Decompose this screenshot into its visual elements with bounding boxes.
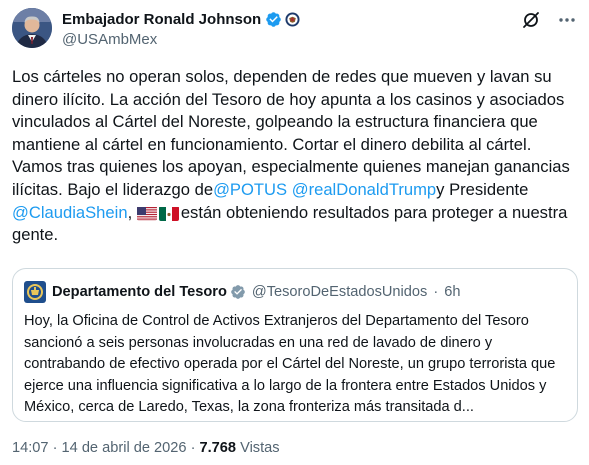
author-handle[interactable]: @USAmbMex bbox=[62, 31, 300, 48]
author-display-name[interactable]: Embajador Ronald Johnson bbox=[62, 11, 261, 28]
treasury-seal-logo bbox=[24, 281, 46, 303]
verified-badge-icon bbox=[230, 284, 246, 300]
quoted-text: Hoy, la Oficina de Control de Activos Ex… bbox=[24, 313, 556, 416]
tweet-date[interactable]: 14 de abril de 2026 bbox=[62, 440, 187, 456]
mention-link[interactable]: @POTUS bbox=[213, 180, 287, 199]
tweet-text-part: , bbox=[127, 202, 133, 222]
quoted-handle[interactable]: @TesoroDeEstadosUnidos bbox=[252, 284, 427, 300]
tweet-time[interactable]: 14:07 bbox=[12, 440, 49, 456]
us-flag-emoji bbox=[136, 206, 157, 221]
verified-badge-icon bbox=[265, 11, 282, 28]
more-icon[interactable] bbox=[557, 10, 577, 30]
mention-link[interactable]: @ClaudiaShein bbox=[12, 203, 128, 222]
author-avatar[interactable] bbox=[12, 8, 52, 48]
tweet-meta: 14:07 · 14 de abril de 2026 · 7.768 Vist… bbox=[12, 440, 280, 456]
tweet-header: Embajador Ronald Johnson @USAmbMex bbox=[12, 8, 577, 52]
quoted-tweet-card[interactable]: Departamento del Tesoro @TesoroDeEstados… bbox=[12, 268, 578, 422]
mexico-flag-emoji bbox=[158, 206, 179, 221]
tweet-text-part: y Presidente bbox=[436, 179, 529, 199]
quoted-age[interactable]: 6h bbox=[444, 284, 460, 300]
views-count: 7.768 bbox=[199, 440, 237, 456]
grok-icon[interactable] bbox=[521, 10, 541, 30]
quoted-separator: · bbox=[433, 284, 439, 300]
quoted-display-name[interactable]: Departamento del Tesoro bbox=[52, 284, 227, 300]
views-label: Vistas bbox=[240, 440, 280, 456]
meta-separator: · bbox=[190, 440, 196, 456]
mention-link[interactable]: @realDonaldTrump bbox=[292, 180, 436, 199]
us-embassy-seal-icon bbox=[285, 11, 300, 27]
meta-separator: · bbox=[52, 440, 58, 456]
tweet-text: Los cárteles no operan solos, dependen d… bbox=[12, 66, 578, 247]
